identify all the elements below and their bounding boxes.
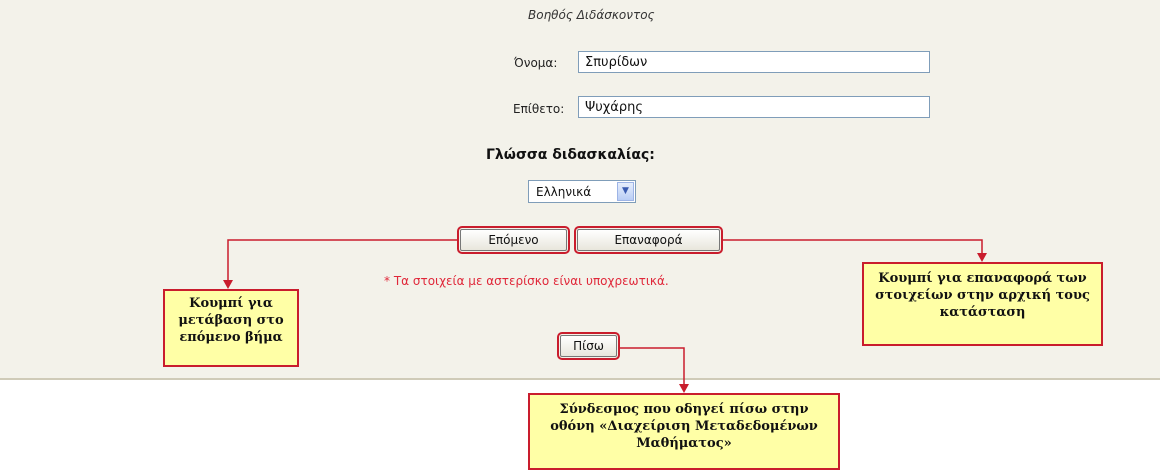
reset-callout: Κουμπί για επαναφορά των στοιχείων στην …: [862, 262, 1103, 346]
next-arrow-line: [227, 239, 458, 282]
next-arrow-head: [223, 280, 233, 289]
back-arrow-line: [619, 347, 685, 387]
next-callout: Κουμπί για μετάβαση στο επόμενο βήμα: [163, 289, 299, 367]
back-callout: Σύνδεσμος που οδηγεί πίσω στην οθόνη «Δι…: [528, 393, 840, 470]
reset-arrow-head: [977, 253, 987, 262]
reset-arrow-line: [722, 239, 983, 255]
back-arrow-head: [679, 384, 689, 393]
